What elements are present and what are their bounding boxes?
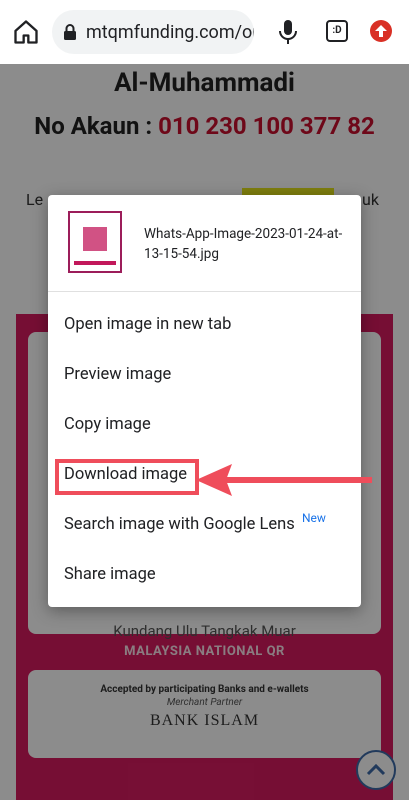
extension-icon[interactable] [370, 20, 392, 42]
microphone-icon[interactable] [276, 18, 300, 46]
menu-divider [48, 291, 361, 292]
url-text: mtqmfunding.com/or [86, 22, 254, 43]
home-icon[interactable] [12, 18, 40, 46]
thumbnail-bar [74, 261, 116, 265]
qr-code-icon [83, 227, 107, 251]
browser-toolbar: mtqmfunding.com/or :D [0, 0, 409, 65]
menu-item-open-new-tab[interactable]: Open image in new tab [64, 315, 231, 334]
image-context-menu: Whats-App-Image-2023-01-24-at-13-15-54.j… [48, 195, 361, 607]
menu-item-google-lens[interactable]: Search image with Google Lens [64, 515, 295, 534]
image-thumbnail [68, 211, 122, 273]
menu-item-share-image[interactable]: Share image [64, 565, 156, 584]
menu-item-preview-image[interactable]: Preview image [64, 365, 171, 384]
menu-item-copy-image[interactable]: Copy image [64, 415, 151, 434]
annotation-arrow-icon [196, 464, 372, 496]
address-bar[interactable]: mtqmfunding.com/or [52, 10, 254, 54]
image-filename: Whats-App-Image-2023-01-24-at-13-15-54.j… [144, 226, 343, 262]
lock-icon [64, 24, 76, 40]
new-badge: New [302, 511, 326, 525]
download-highlight-box [55, 459, 199, 495]
tab-switcher-button[interactable]: :D [326, 20, 348, 42]
